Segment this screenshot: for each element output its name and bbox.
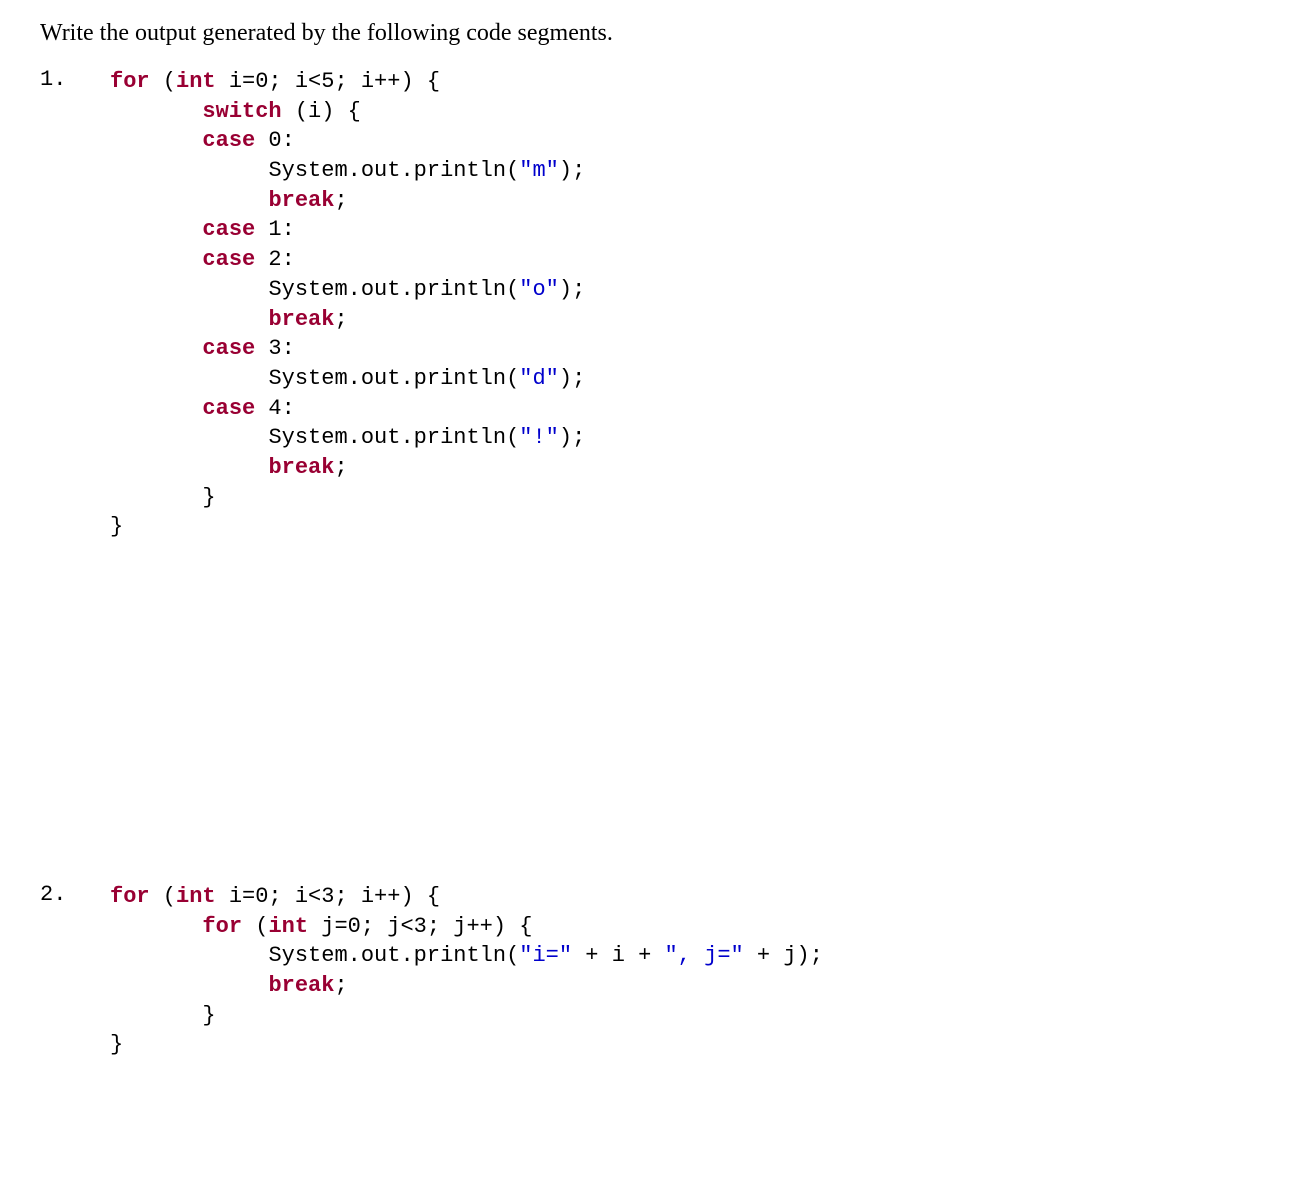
code-text: 1: (255, 217, 295, 242)
problem-2: 2. for (int i=0; i<3; i++) { for (int j=… (40, 882, 1258, 1060)
keyword: break (268, 307, 334, 332)
code-text: + j); (744, 943, 823, 968)
code-text (110, 485, 202, 510)
code-text: 0: (255, 128, 295, 153)
keyword: case (202, 128, 255, 153)
code-text (110, 188, 268, 213)
keyword: for (202, 914, 242, 939)
code-text: ; (334, 973, 347, 998)
code-text: (i) { (282, 99, 361, 124)
instruction-text: Write the output generated by the follow… (40, 20, 1258, 47)
string-literal: ", j=" (665, 943, 744, 968)
code-text: } (110, 1032, 123, 1057)
code-text (110, 99, 202, 124)
code-text (110, 1003, 202, 1028)
code-text: ); (559, 158, 585, 183)
code-text: 2: (255, 247, 295, 272)
keyword: for (110, 69, 150, 94)
code-text: ); (559, 425, 585, 450)
code-text (110, 455, 268, 480)
code-text (110, 914, 202, 939)
code-text: ); (559, 366, 585, 391)
problem-number-1: 1. (40, 67, 110, 92)
problem-number-2: 2. (40, 882, 110, 907)
code-text: System.out.println( (268, 425, 519, 450)
code-text: } (202, 1003, 215, 1028)
code-text (110, 396, 202, 421)
code-text: i=0; i<5; i++) { (216, 69, 440, 94)
code-text: ); (559, 277, 585, 302)
code-text (110, 247, 202, 272)
code-block-1: for (int i=0; i<5; i++) { switch (i) { c… (110, 67, 585, 542)
code-text: ( (242, 914, 268, 939)
keyword: case (202, 217, 255, 242)
keyword: break (268, 973, 334, 998)
code-text (110, 158, 268, 183)
code-text: } (202, 485, 215, 510)
code-text (110, 217, 202, 242)
code-text: ; (334, 455, 347, 480)
string-literal: "!" (519, 425, 559, 450)
code-text (110, 277, 268, 302)
code-text: } (110, 514, 123, 539)
keyword: case (202, 336, 255, 361)
string-literal: "m" (519, 158, 559, 183)
keyword: int (176, 884, 216, 909)
code-text: 4: (255, 396, 295, 421)
code-text (110, 366, 268, 391)
keyword: break (268, 188, 334, 213)
string-literal: "d" (519, 366, 559, 391)
keyword: int (268, 914, 308, 939)
code-text: ; (334, 188, 347, 213)
code-text: System.out.println( (268, 943, 519, 968)
code-text: ( (150, 69, 176, 94)
code-block-2: for (int i=0; i<3; i++) { for (int j=0; … (110, 882, 823, 1060)
code-text: System.out.println( (268, 366, 519, 391)
code-text: i=0; i<3; i++) { (216, 884, 440, 909)
code-text: ( (150, 884, 176, 909)
code-text: System.out.println( (268, 277, 519, 302)
keyword: for (110, 884, 150, 909)
code-text: System.out.println( (268, 158, 519, 183)
keyword: break (268, 455, 334, 480)
code-text (110, 128, 202, 153)
keyword: case (202, 247, 255, 272)
code-text: ; (334, 307, 347, 332)
string-literal: "i=" (519, 943, 572, 968)
code-text: 3: (255, 336, 295, 361)
keyword: switch (202, 99, 281, 124)
code-text (110, 336, 202, 361)
code-text (110, 973, 268, 998)
keyword: case (202, 396, 255, 421)
keyword: int (176, 69, 216, 94)
code-text: j=0; j<3; j++) { (308, 914, 532, 939)
string-literal: "o" (519, 277, 559, 302)
code-text: + i + (572, 943, 664, 968)
problem-1: 1. for (int i=0; i<5; i++) { switch (i) … (40, 67, 1258, 542)
code-text (110, 943, 268, 968)
code-text (110, 425, 268, 450)
code-text (110, 307, 268, 332)
